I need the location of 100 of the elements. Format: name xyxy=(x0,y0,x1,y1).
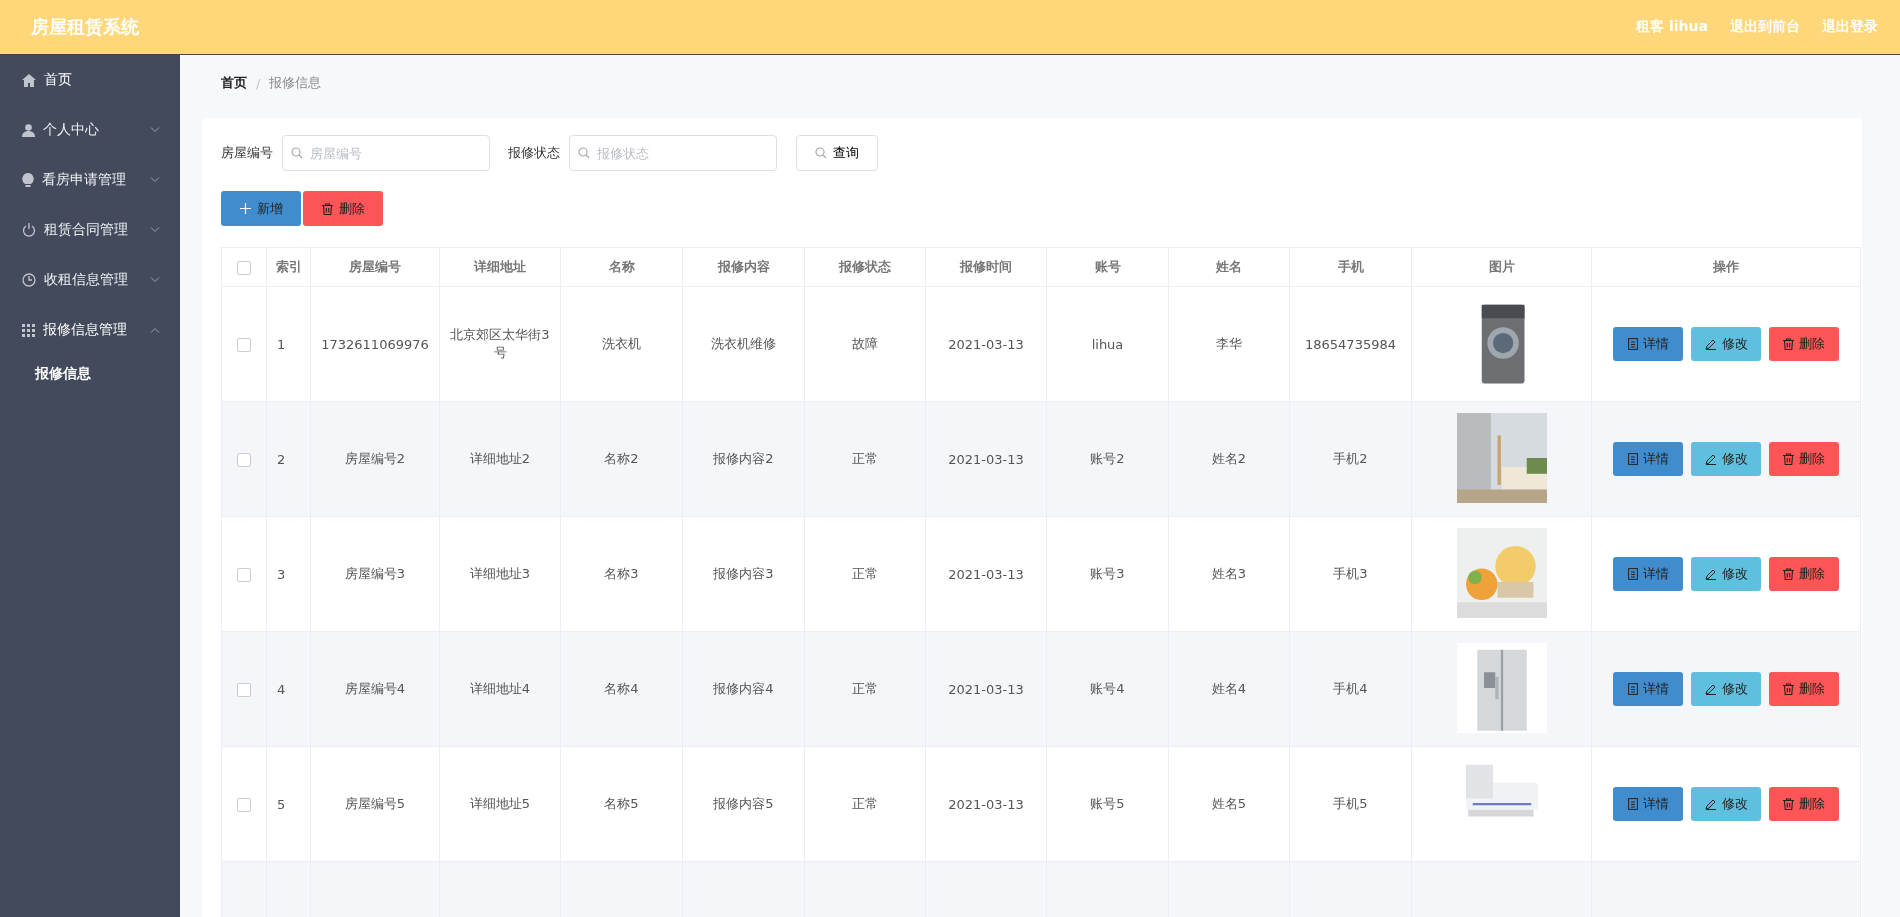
select-all-checkbox[interactable] xyxy=(237,260,251,275)
table-cell: 详细地址2 xyxy=(469,451,531,466)
row-checkbox[interactable] xyxy=(237,452,251,467)
column-header: 房屋编号 xyxy=(349,259,401,274)
table-cell: 房屋编号3 xyxy=(344,566,406,581)
document-icon xyxy=(1627,568,1638,580)
table-cell: 姓名4 xyxy=(1211,681,1247,696)
app-title: 房屋租赁系统 xyxy=(31,15,139,39)
plus-icon xyxy=(239,203,251,214)
table-cell: 房屋编号5 xyxy=(344,796,406,811)
bulb-icon xyxy=(22,173,34,187)
table-cell: 2021-03-13 xyxy=(948,566,1024,582)
column-header: 账号 xyxy=(1094,259,1121,274)
details-button[interactable]: 详情 xyxy=(1613,672,1683,706)
trash-icon xyxy=(1783,798,1794,810)
delete-button[interactable]: 删除 xyxy=(1769,327,1839,361)
pencil-icon xyxy=(1704,683,1717,695)
search-field[interactable]: 报修状态 xyxy=(569,135,777,171)
table-cell: 手机2 xyxy=(1333,451,1368,466)
chevron-down-icon xyxy=(150,177,160,183)
table-cell: 名称2 xyxy=(604,451,639,466)
table-cell: 手机4 xyxy=(1333,681,1368,696)
table-cell: 2 xyxy=(277,451,286,467)
breadcrumb-separator: / xyxy=(256,75,261,91)
table-cell: 1 xyxy=(277,336,286,352)
edit-button[interactable]: 修改 xyxy=(1691,787,1761,821)
table-cell: 姓名5 xyxy=(1211,796,1247,811)
search-button[interactable]: 查询 xyxy=(796,135,878,171)
delete-button[interactable]: 删除 xyxy=(1769,787,1839,821)
filter-label: 房屋编号 xyxy=(221,144,273,162)
table-cell: 2021-03-13 xyxy=(948,796,1024,812)
table-cell: 正常 xyxy=(852,451,878,466)
sidebar-item[interactable]: 首页 xyxy=(0,55,180,105)
table-cell: 故障 xyxy=(852,336,878,351)
table-cell: 2021-03-13 xyxy=(948,451,1024,467)
table-cell: 详细地址5 xyxy=(469,796,531,811)
sidebar-item[interactable]: 报修信息管理 xyxy=(0,305,180,355)
column-header: 详细地址 xyxy=(474,259,526,274)
trash-icon xyxy=(1783,338,1794,350)
trash-icon xyxy=(1783,453,1794,465)
table-cell: 手机3 xyxy=(1333,566,1368,581)
table-cell: 名称5 xyxy=(604,796,639,811)
details-button[interactable]: 详情 xyxy=(1613,442,1683,476)
pencil-icon xyxy=(1704,568,1717,580)
document-icon xyxy=(1627,453,1638,465)
details-button[interactable]: 详情 xyxy=(1613,557,1683,591)
table-cell: 正常 xyxy=(852,681,878,696)
trash-icon xyxy=(1783,683,1794,695)
chevron-up-icon xyxy=(150,327,160,333)
edit-button[interactable]: 修改 xyxy=(1691,442,1761,476)
clock-icon xyxy=(22,273,36,287)
sidebar-item[interactable]: 租赁合同管理 xyxy=(0,205,180,255)
delete-button[interactable]: 删除 xyxy=(1769,557,1839,591)
table-cell: 报修内容2 xyxy=(713,451,774,466)
details-button[interactable]: 详情 xyxy=(1613,787,1683,821)
table-cell: 报修内容4 xyxy=(713,681,774,696)
sidebar-subitem[interactable]: 报修信息 xyxy=(0,355,180,399)
delete-button[interactable]: 删除 xyxy=(1769,672,1839,706)
edit-button[interactable]: 修改 xyxy=(1691,327,1761,361)
details-button[interactable]: 详情 xyxy=(1613,327,1683,361)
document-icon xyxy=(1627,683,1638,695)
breadcrumb-item[interactable]: 首页 xyxy=(221,74,247,92)
column-header: 报修时间 xyxy=(960,259,1012,274)
table-cell: 5 xyxy=(277,796,286,812)
column-header: 图片 xyxy=(1488,259,1515,274)
column-header: 名称 xyxy=(608,259,635,274)
trash-icon xyxy=(321,202,333,215)
column-header: 手机 xyxy=(1337,259,1364,274)
table-cell: 李华 xyxy=(1216,336,1242,351)
table-cell: 报修内容5 xyxy=(713,796,774,811)
column-header: 操作 xyxy=(1713,259,1739,274)
sidebar-item[interactable]: 个人中心 xyxy=(0,105,180,155)
breadcrumb-item: 报修信息 xyxy=(269,74,322,92)
column-header: 报修状态 xyxy=(839,259,891,274)
pencil-icon xyxy=(1704,798,1717,810)
chevron-down-icon xyxy=(150,127,160,133)
filter-label: 报修状态 xyxy=(508,144,560,162)
delete-button[interactable]: 删除 xyxy=(1769,442,1839,476)
table-cell: 姓名2 xyxy=(1211,451,1247,466)
column-header: 姓名 xyxy=(1216,259,1242,274)
row-checkbox[interactable] xyxy=(237,337,251,352)
edit-button[interactable]: 修改 xyxy=(1691,672,1761,706)
search-field[interactable]: 房屋编号 xyxy=(282,135,490,171)
row-checkbox[interactable] xyxy=(237,797,251,812)
table-cell: 北京郊区太华街3号 xyxy=(450,327,550,360)
grid-icon xyxy=(22,323,35,337)
sidebar-item[interactable]: 收租信息管理 xyxy=(0,255,180,305)
table-cell: 账号5 xyxy=(1090,796,1125,811)
row-checkbox[interactable] xyxy=(237,567,251,582)
sidebar-item[interactable]: 看房申请管理 xyxy=(0,155,180,205)
row-checkbox[interactable] xyxy=(237,682,251,697)
table-cell: 账号2 xyxy=(1090,451,1125,466)
table-cell: 手机5 xyxy=(1333,796,1368,811)
delete-button[interactable]: 删除 xyxy=(303,191,383,226)
table-cell: 名称3 xyxy=(604,566,639,581)
table-cell: 账号4 xyxy=(1090,681,1125,696)
document-icon xyxy=(1627,338,1638,350)
table-cell: 18654735984 xyxy=(1305,336,1396,352)
edit-button[interactable]: 修改 xyxy=(1691,557,1761,591)
add-button[interactable]: 新增 xyxy=(221,191,301,226)
